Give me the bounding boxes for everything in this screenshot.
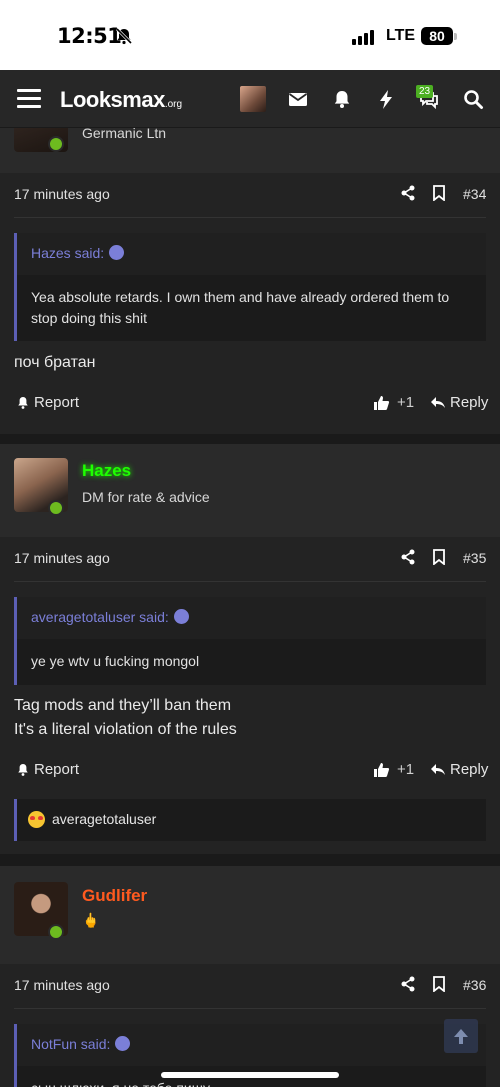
logo-main: Looksmax bbox=[60, 87, 165, 112]
share-icon[interactable] bbox=[400, 185, 416, 201]
online-status-dot bbox=[48, 136, 64, 152]
post-body-line-1: Tag mods and they’ll ban them bbox=[14, 697, 232, 714]
post-36: Gudlifer 🖕 17 minutes ago #36 NotFun sai… bbox=[0, 866, 500, 1087]
whats-new-bolt-icon[interactable] bbox=[375, 88, 397, 110]
report-button[interactable]: Report bbox=[16, 394, 79, 411]
report-label: Report bbox=[34, 761, 80, 778]
post-34-meta: 17 minutes ago #34 bbox=[0, 173, 500, 217]
divider bbox=[14, 1008, 486, 1009]
thumbs-up-icon bbox=[374, 762, 390, 777]
reply-label: Reply bbox=[450, 761, 489, 778]
reply-label: Reply bbox=[450, 394, 489, 411]
quote-block: averagetotaluser said: ye ye wtv u fucki… bbox=[14, 597, 486, 685]
like-button[interactable]: +1 bbox=[373, 761, 414, 778]
thread-content: Germanic Ltn 17 minutes ago #34 Hazes sa… bbox=[0, 128, 500, 1087]
battery-cap bbox=[454, 33, 457, 40]
home-indicator[interactable] bbox=[161, 1072, 339, 1078]
jump-up-arrow-icon[interactable] bbox=[109, 245, 125, 260]
jump-up-arrow-icon[interactable] bbox=[173, 609, 189, 624]
post-36-user-header: Gudlifer 🖕 bbox=[0, 866, 500, 964]
like-count: +1 bbox=[397, 761, 415, 778]
share-icon[interactable] bbox=[400, 549, 416, 565]
conversations-badge: 23 bbox=[416, 85, 434, 98]
post-separator bbox=[0, 854, 500, 866]
post-body-line-2: It's a literal violation of the rules bbox=[14, 721, 237, 738]
battery-icon: 80 bbox=[421, 27, 453, 45]
post-34-user-header: Germanic Ltn bbox=[0, 128, 500, 173]
post-time[interactable]: 17 minutes ago bbox=[14, 977, 110, 993]
post-number[interactable]: #34 bbox=[463, 186, 486, 202]
alerts-bell-icon[interactable] bbox=[331, 88, 353, 110]
status-time: 12:51 bbox=[57, 24, 122, 48]
reply-arrow-icon bbox=[431, 764, 445, 775]
report-bell-icon bbox=[18, 763, 28, 776]
inbox-icon[interactable] bbox=[287, 88, 309, 110]
divider bbox=[14, 217, 486, 218]
reply-arrow-icon bbox=[431, 397, 445, 408]
quote-author[interactable]: averagetotaluser said: bbox=[31, 609, 169, 625]
signal-icon bbox=[352, 30, 374, 45]
reply-button[interactable]: Reply bbox=[430, 394, 488, 411]
like-count: +1 bbox=[397, 394, 415, 411]
network-type: LTE bbox=[386, 27, 416, 44]
report-button[interactable]: Report bbox=[16, 761, 79, 778]
hamburger-menu-icon[interactable] bbox=[17, 89, 41, 109]
post-actions: Report +1 Reply bbox=[0, 384, 500, 424]
online-status-dot bbox=[48, 500, 64, 516]
post-time[interactable]: 17 minutes ago bbox=[14, 550, 110, 566]
logo-suffix: .org bbox=[164, 99, 183, 110]
username[interactable]: Gudlifer bbox=[82, 886, 147, 906]
scroll-to-top-button[interactable] bbox=[444, 1019, 478, 1053]
site-logo[interactable]: Looksmax.org bbox=[60, 87, 182, 113]
divider bbox=[14, 581, 486, 582]
post-number[interactable]: #35 bbox=[463, 550, 486, 566]
user-title: Germanic Ltn bbox=[82, 128, 167, 141]
post-time[interactable]: 17 minutes ago bbox=[14, 186, 110, 202]
thumbs-up-icon bbox=[374, 395, 390, 410]
post-35-meta: 17 minutes ago #35 bbox=[0, 537, 500, 581]
arrow-up-icon bbox=[454, 1029, 468, 1044]
report-label: Report bbox=[34, 394, 80, 411]
quote-text: Yea absolute retards. I own them and hav… bbox=[31, 289, 450, 326]
bookmark-icon[interactable] bbox=[432, 185, 446, 201]
jump-up-arrow-icon[interactable] bbox=[115, 1036, 131, 1051]
reply-button[interactable]: Reply bbox=[430, 761, 488, 778]
star-eyes-emoji-icon bbox=[28, 811, 45, 828]
post-actions: Report +1 Reply bbox=[0, 751, 500, 791]
username[interactable]: Hazes bbox=[82, 461, 131, 481]
post-body: поч братан bbox=[14, 354, 96, 371]
quote-header[interactable]: averagetotaluser said: bbox=[17, 597, 486, 639]
top-navbar: Looksmax.org bbox=[0, 70, 500, 128]
quote-header[interactable]: Hazes said: bbox=[17, 233, 486, 275]
share-icon[interactable] bbox=[400, 976, 416, 992]
post-34: Germanic Ltn 17 minutes ago #34 Hazes sa… bbox=[0, 128, 500, 444]
bookmark-icon[interactable] bbox=[432, 549, 446, 565]
reaction-user[interactable]: averagetotaluser bbox=[52, 811, 156, 827]
like-button[interactable]: +1 bbox=[373, 394, 414, 411]
post-36-meta: 17 minutes ago #36 bbox=[0, 964, 500, 1008]
account-avatar[interactable] bbox=[240, 86, 266, 112]
online-status-dot bbox=[48, 924, 64, 940]
post-35: Hazes DM for rate & advice 17 minutes ag… bbox=[0, 444, 500, 854]
quote-block: Hazes said: Yea absolute retards. I own … bbox=[14, 233, 486, 341]
status-bar: 12:51 LTE 80 bbox=[0, 0, 500, 70]
user-title: DM for rate & advice bbox=[82, 489, 210, 505]
post-separator bbox=[0, 434, 500, 444]
report-bell-icon bbox=[18, 396, 28, 409]
user-title: 🖕 bbox=[82, 912, 100, 928]
quote-header[interactable]: NotFun said: bbox=[17, 1024, 486, 1066]
quote-author[interactable]: Hazes said: bbox=[31, 245, 104, 261]
post-number[interactable]: #36 bbox=[463, 977, 486, 993]
quote-author[interactable]: NotFun said: bbox=[31, 1036, 110, 1052]
post-35-user-header: Hazes DM for rate & advice bbox=[0, 444, 500, 537]
bookmark-icon[interactable] bbox=[432, 976, 446, 992]
reactions-bar[interactable]: averagetotaluser bbox=[14, 799, 486, 841]
search-icon[interactable] bbox=[462, 88, 484, 110]
silent-bell-icon bbox=[115, 27, 133, 45]
quote-text: ye ye wtv u fucking mongol bbox=[31, 653, 200, 669]
